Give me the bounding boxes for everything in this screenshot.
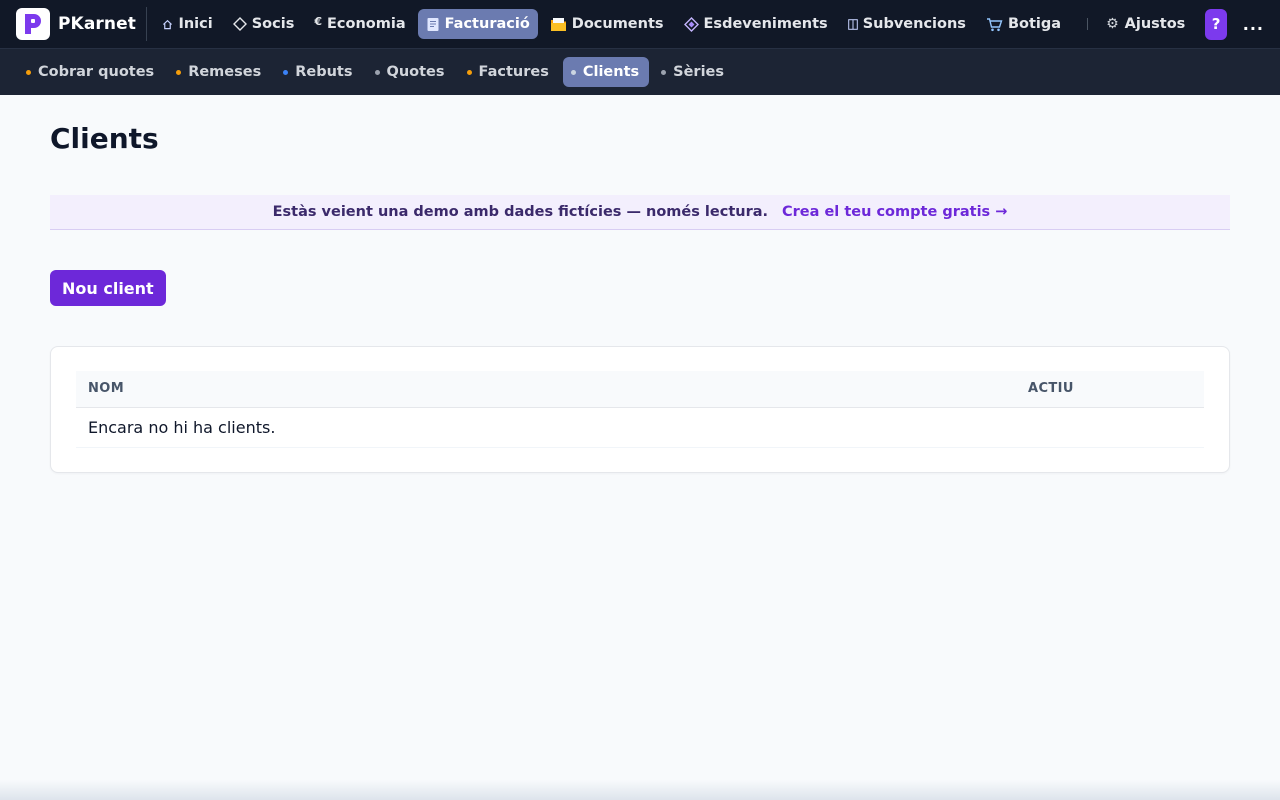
top-navbar: PKarnet Inici Socis € Economia Facturaci… [0,0,1280,48]
folder-icon [550,17,567,32]
brand-name: PKarnet [58,14,136,34]
new-client-button[interactable]: Nou client [50,270,166,306]
diamond-icon [232,17,247,31]
bottom-edge-shadow [0,780,1280,800]
gem-icon [683,16,699,32]
nav-item-esdeveniments[interactable]: Esdeveniments [676,9,836,39]
sub-navbar: Cobrar quotes Remeses Rebuts Quotes Fact… [0,48,1280,95]
empty-state-message: Encara no hi ha clients. [76,407,1204,448]
table-row: Encara no hi ha clients. [76,407,1204,448]
subnav-item-clients[interactable]: Clients [562,57,650,87]
subnav-item-series[interactable]: Sèries [653,57,734,87]
nav-label: Economia [327,16,406,32]
brand-divider [145,7,147,41]
main-content: Clients Estàs veient una demo amb dades … [0,122,1280,473]
table-header-row: NOM ACTIU [76,371,1204,408]
demo-banner: Estàs veient una demo amb dades fictície… [50,195,1230,230]
settings-link[interactable]: ⚙ Ajustos [1106,16,1185,32]
status-dot [283,69,289,75]
nav-item-subvencions[interactable]: Subvencions [840,9,974,39]
clients-table: NOM ACTIU Encara no hi ha clients. [76,371,1204,448]
receipt-icon [426,17,440,32]
clients-table-card: NOM ACTIU Encara no hi ha clients. [50,346,1230,473]
subnav-item-cobrar-quotes[interactable]: Cobrar quotes [18,57,164,87]
subnav-item-quotes[interactable]: Quotes [367,57,455,87]
settings-label: Ajustos [1124,16,1186,32]
gear-icon: ⚙ [1106,16,1119,32]
subnav-label: Rebuts [295,64,353,80]
demo-message: Estàs veient una demo amb dades fictície… [272,204,769,220]
status-dot [26,69,31,75]
nav-item-botiga[interactable]: Botiga [978,9,1069,39]
logo-mark-icon [25,14,41,34]
nav-item-socis[interactable]: Socis [225,9,303,39]
subnav-item-factures[interactable]: Factures [459,57,559,87]
page-title: Clients [50,122,159,155]
status-dot [570,69,576,75]
status-dot [374,69,380,75]
subnav-label: Sèries [673,64,725,80]
nav-label: Facturació [444,16,530,32]
nav-divider [1087,18,1089,30]
brand[interactable]: PKarnet [16,0,136,48]
subnav-label: Cobrar quotes [38,64,155,80]
nav-label: Subvencions [862,16,966,32]
create-account-link[interactable]: Crea el teu compte gratis → [782,204,1007,220]
nav-item-economia[interactable]: € Economia [306,9,413,39]
nav-label: Inici [178,16,213,32]
subnav-label: Clients [582,64,640,80]
nav-label: Socis [251,16,295,32]
column-header-nom[interactable]: NOM [76,371,1016,408]
nav-label: Documents [571,16,664,32]
nav-item-documents[interactable]: Documents [542,9,672,39]
euro-icon: € [314,14,322,28]
subnav-item-rebuts[interactable]: Rebuts [275,57,362,87]
subnav-label: Factures [478,64,549,80]
status-dot [466,69,472,75]
subnav-label: Quotes [386,64,445,80]
help-button[interactable]: ? [1205,8,1227,40]
status-dot [176,69,182,75]
nav-label: Botiga [1007,16,1062,32]
cart-icon [986,17,1003,32]
columns-icon [847,18,858,30]
nav-label: Esdeveniments [703,16,828,32]
nav-item-inici[interactable]: Inici [154,9,220,39]
main-nav: Inici Socis € Economia Facturació Docume… [154,9,1073,39]
nav-item-facturacio[interactable]: Facturació [417,9,538,39]
column-header-actiu[interactable]: ACTIU [1016,371,1204,408]
subnav-label: Remeses [188,64,262,80]
status-dot [661,69,667,75]
subnav-item-remeses[interactable]: Remeses [168,57,271,87]
more-menu-button[interactable]: ... [1243,15,1264,34]
brand-logo [16,8,50,40]
home-icon [162,19,173,30]
